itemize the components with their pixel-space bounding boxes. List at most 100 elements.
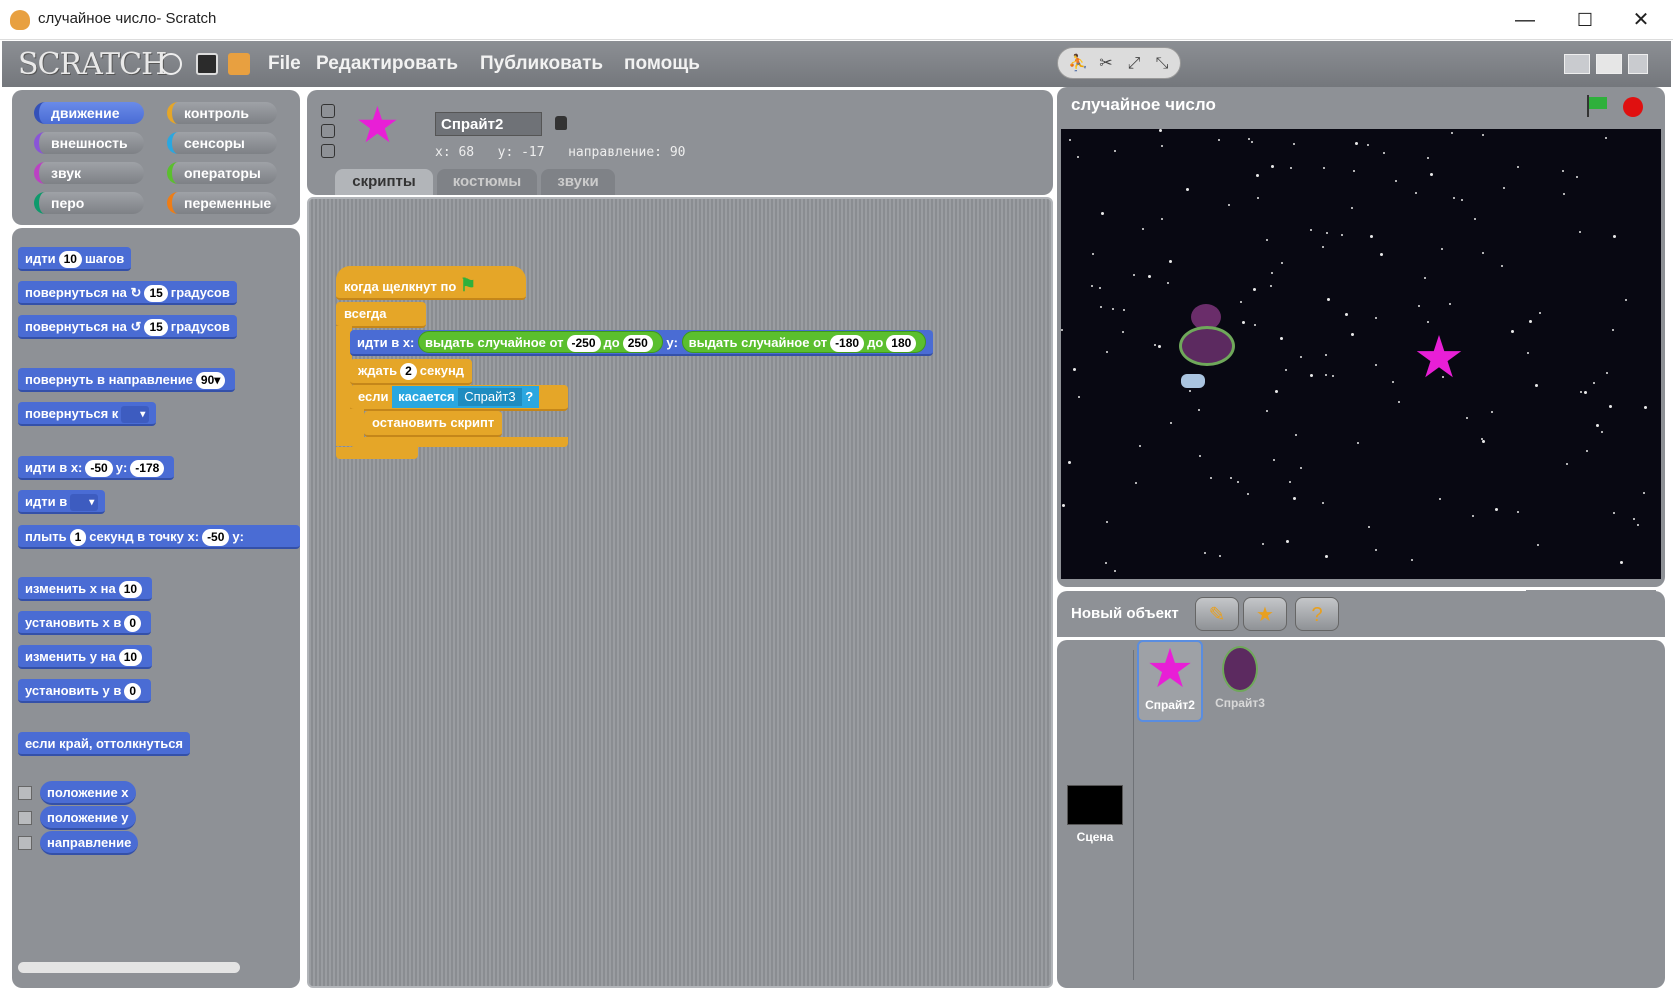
block-glide[interactable]: плыть 1 секунд в точку x: -50 y: [18,525,300,549]
block-set-x[interactable]: установить х в0 [18,611,152,635]
star-dot [1326,232,1328,234]
category-looks[interactable]: внешность [34,132,144,154]
star-dot [1383,152,1385,154]
menu-file[interactable]: File [268,53,301,75]
normal-stage-icon[interactable] [1596,54,1622,74]
block-point-towards[interactable]: повернуться к ▾ [18,402,157,426]
checkbox-direction[interactable] [18,836,32,850]
block-bounce[interactable]: если край, оттолкнуться [18,732,191,756]
rotate-left-icon: ↺ [130,319,142,334]
flip-lr-icon[interactable] [321,124,335,138]
palette-scrollbar[interactable] [18,962,240,973]
menu-share[interactable]: Публиковать [480,53,603,75]
block-point-direction[interactable]: повернуть в направление 90▾ [18,368,236,392]
star-dot [1395,180,1397,182]
sprite-name-input[interactable]: Спрайт2 [435,112,542,136]
tab-costumes[interactable]: костюмы [437,169,537,195]
menu-help[interactable]: помощь [624,53,700,75]
maximize-button[interactable]: ☐ [1562,6,1608,34]
script-area[interactable]: когда щелкнут по ⚑ всегда идти в x: выда… [307,197,1053,988]
sprite3-on-stage[interactable] [1173,304,1243,394]
block-wait[interactable]: ждать 2 секунд [350,359,473,385]
share-icon[interactable] [228,53,250,75]
menu-edit[interactable]: Редактировать [316,53,458,75]
hat-when-flag-clicked[interactable]: когда щелкнут по ⚑ [336,266,526,300]
block-set-y[interactable]: установить у в0 [18,679,152,703]
category-variables[interactable]: переменные [167,192,277,214]
star-dot [1170,422,1172,424]
category-control[interactable]: контроль [167,102,277,124]
category-sensing[interactable]: сенсоры [167,132,277,154]
block-stop-script[interactable]: остановить скрипт [364,411,503,437]
star-dot [1300,356,1302,358]
stage-thumbnail[interactable] [1067,785,1123,825]
tab-scripts[interactable]: скрипты [335,169,433,195]
star-dot [1273,459,1275,461]
grow-icon[interactable]: ⤢ [1124,54,1144,74]
star-dot [1248,138,1250,140]
small-stage-icon[interactable] [1564,54,1590,74]
block-change-y[interactable]: изменить у на 10 [18,645,153,669]
sprite2-on-stage[interactable]: ★ [1413,329,1465,387]
block-goto[interactable]: идти в ▾ [18,490,106,514]
duplicate-icon[interactable]: ⛹ [1068,54,1088,74]
star-dot [1501,265,1503,267]
dropdown-arrow-icon[interactable]: ▾ [121,406,150,424]
star-dot [1643,492,1645,494]
minimize-button[interactable]: — [1502,6,1548,34]
star-dot [1073,368,1076,371]
star-dot [1613,512,1615,514]
tab-sounds[interactable]: звуки [541,169,615,195]
star-dot [1441,248,1443,250]
star-dot [1240,301,1242,303]
stage-canvas[interactable]: ★ [1061,129,1661,579]
star-dot [1605,137,1607,139]
paint-sprite-icon[interactable]: ✎ [1195,597,1239,631]
sprite-tile-sprite2[interactable]: ★ Спрайт2 [1137,640,1203,722]
open-sprite-icon[interactable]: ★ [1243,597,1287,631]
no-rotate-icon[interactable] [321,144,335,158]
reporter-y-position[interactable]: положение y [40,806,136,830]
block-change-x[interactable]: изменить х на 10 [18,577,153,601]
category-sound[interactable]: звук [34,162,144,184]
category-pen[interactable]: перо [34,192,144,214]
shrink-icon[interactable]: ⤡ [1152,54,1172,74]
stop-icon[interactable] [1623,97,1643,117]
dropdown-arrow-icon[interactable]: ▾ [70,494,99,512]
block-turn-right[interactable]: повернуться на ↻ 15 градусов [18,281,237,305]
green-flag-icon[interactable] [1585,95,1611,117]
presentation-mode-icon[interactable] [1628,54,1648,74]
save-icon[interactable] [196,53,218,75]
checkbox-x-position[interactable] [18,786,32,800]
star-dot [1204,552,1206,554]
delete-icon[interactable]: ✂ [1096,54,1116,74]
operator-random-x[interactable]: выдать случайное от -250 до 250 [418,331,663,353]
operator-random-y[interactable]: выдать случайное от -180 до 180 [681,331,927,353]
star-dot [1251,141,1253,143]
title-bar: случайное число- Scratch — ☐ ✕ [0,0,1673,40]
block-if[interactable]: если касается Спрайт3 ? [350,385,568,411]
sensing-touching[interactable]: касается Спрайт3 ? [392,386,540,408]
star-dot [1322,246,1324,248]
block-forever[interactable]: всегда [336,302,426,328]
scratch-logo: SCRATCH [18,47,167,82]
lock-icon[interactable] [555,116,567,130]
block-turn-left[interactable]: повернуться на ↺ 15 градусов [18,315,237,339]
sprite-tile-sprite3[interactable]: Спрайт3 [1207,640,1273,722]
random-sprite-icon[interactable]: ? [1295,597,1339,631]
block-goto-xy[interactable]: идти в x: -50 y: -178 [18,456,175,480]
star-dot [1310,229,1312,231]
star-dot [1230,477,1232,479]
star-dot [1474,218,1476,220]
checkbox-y-position[interactable] [18,811,32,825]
reporter-direction[interactable]: направление [40,831,139,855]
rotate-all-icon[interactable] [321,104,335,118]
reporter-x-position[interactable]: положение x [40,781,136,805]
category-operators[interactable]: операторы [167,162,277,184]
category-motion[interactable]: движение [34,102,144,124]
close-button[interactable]: ✕ [1618,6,1664,34]
block-move-steps[interactable]: идти 10 шагов [18,247,132,271]
globe-icon[interactable] [160,53,182,75]
block-goto-xy-random[interactable]: идти в x: выдать случайное от -250 до 250 y… [350,330,934,356]
project-title: случайное число [1071,95,1216,114]
